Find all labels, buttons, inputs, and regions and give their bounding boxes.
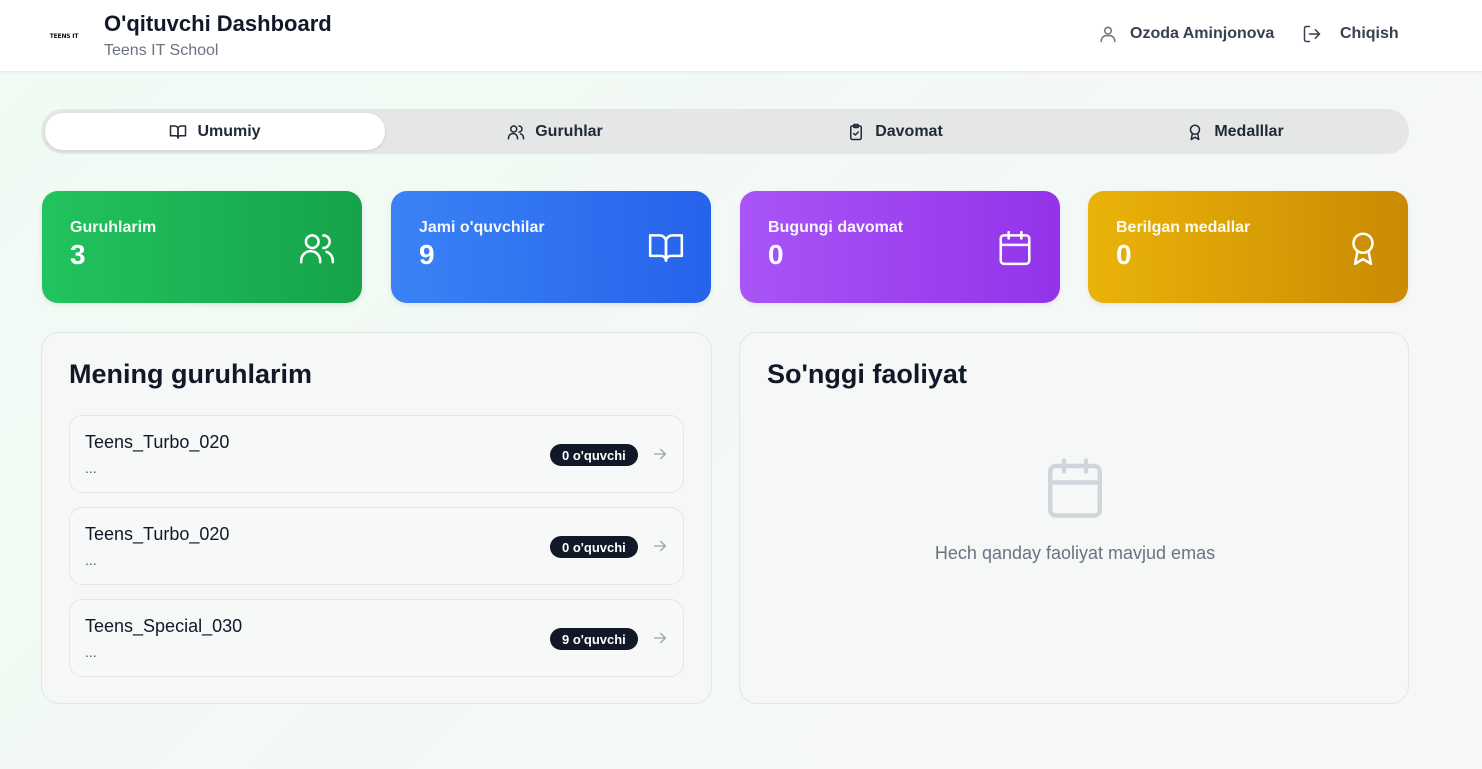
tab-label: Medalllar [1214,122,1284,140]
user-name: Ozoda Aminjonova [1130,25,1275,42]
group-name: Teens_Turbo_020 [85,432,230,452]
tab-davomat[interactable]: Davomat [725,113,1065,150]
group-item[interactable]: Teens_Turbo_020 ... 0 o'quvchi [69,507,684,585]
arrow-right-icon [654,540,666,552]
group-item[interactable]: Teens_Special_030 ... 9 o'quvchi [69,599,684,677]
school-name: Teens IT School [104,42,219,59]
group-description: ... [85,460,97,476]
stat-value: 0 [1116,239,1132,270]
stat-value: 9 [419,239,435,270]
header: TEENS IT O'qituvchi Dashboard Teens IT S… [0,0,1482,72]
panel-title: So'nggi faoliyat [767,359,967,389]
user-info: Ozoda Aminjonova [1098,24,1274,44]
stat-label: Jami o'quvchilar [419,219,545,236]
tab-umumiy[interactable]: Umumiy [45,113,385,150]
student-count-badge: 9 o'quvchi [550,628,638,650]
tab-medallar[interactable]: Medalllar [1065,113,1405,150]
tab-bar: Umumiy Guruhlar Davomat Medalllar [41,109,1409,154]
stat-label: Bugungi davomat [768,219,904,236]
page-title: O'qituvchi Dashboard [104,11,332,36]
stat-card-berilgan-medallar: Berilgan medallar 0 [1088,191,1408,303]
panel-title: Mening guruhlarim [69,359,312,389]
book-icon [170,124,187,139]
stat-value: 0 [768,239,784,270]
award-icon [1352,232,1374,266]
group-name: Teens_Turbo_020 [85,524,230,544]
empty-state-text: Hech qanday faoliyat mavjud emas [934,543,1216,563]
logout-label: Chiqish [1340,25,1399,42]
logout-button[interactable]: Chiqish [1302,24,1399,44]
users-icon [299,234,335,264]
award-icon [1190,124,1201,140]
arrow-right-icon [654,632,666,644]
tab-label: Guruhlar [535,122,603,140]
arrow-right-icon [654,448,666,460]
student-count-badge: 0 o'quvchi [550,536,638,558]
logout-icon [1303,25,1321,43]
calendar-icon [1048,458,1102,518]
stat-card-guruhlarim: Guruhlarim 3 [42,191,362,303]
tab-label: Davomat [875,122,943,140]
tab-guruhlar[interactable]: Guruhlar [385,113,725,150]
stat-label: Guruhlarim [70,219,157,236]
groups-panel: Mening guruhlarim Teens_Turbo_020 ... 0 … [41,332,712,704]
stat-label: Berilgan medallar [1116,219,1251,236]
group-item[interactable]: Teens_Turbo_020 ... 0 o'quvchi [69,415,684,493]
stat-value: 3 [70,239,86,270]
group-name: Teens_Special_030 [85,616,243,636]
book-open-icon [648,234,684,262]
activity-panel: So'nggi faoliyat Hech qanday faoliyat ma… [739,332,1409,704]
clipboard-check-icon [850,123,863,140]
calendar-icon [999,230,1031,266]
user-icon [1100,26,1116,43]
stat-card-jami-oquvchilar: Jami o'quvchilar 9 [391,191,711,303]
student-count-badge: 0 o'quvchi [550,444,638,466]
logo: TEENS IT [49,32,79,40]
stat-card-bugungi-davomat: Bugungi davomat 0 [740,191,1060,303]
tab-label: Umumiy [197,122,261,140]
users-icon [507,124,525,139]
group-description: ... [85,644,97,660]
group-description: ... [85,552,97,568]
